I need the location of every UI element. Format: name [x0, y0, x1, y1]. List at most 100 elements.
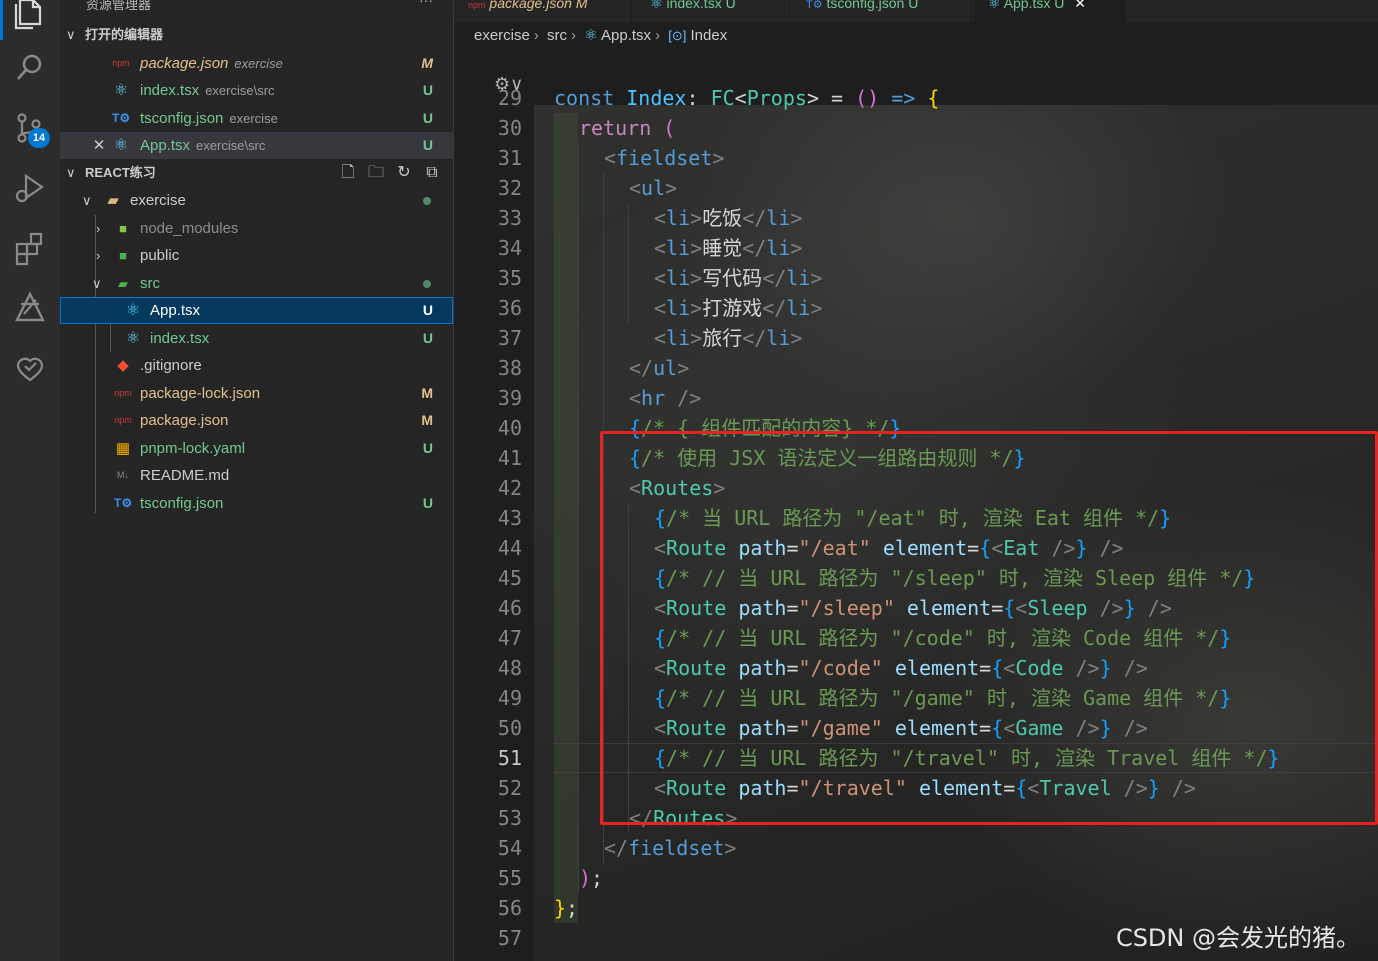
line-number: 49 — [497, 686, 522, 710]
symbol-variable-icon: [⊙] — [668, 28, 687, 43]
tree-file-package-json[interactable]: npm package.json M — [60, 407, 453, 434]
public-folder-icon: ■ — [119, 248, 127, 263]
code-line: <li>睡觉</li> — [654, 236, 803, 260]
tree-folder-node-modules[interactable]: › ■ node_modules — [60, 215, 453, 242]
open-editor-item-active[interactable]: ✕ ⚛ App.tsx exercise\src U — [60, 132, 453, 159]
testing-icon[interactable] — [12, 350, 48, 386]
chevron-down-icon: ∨ — [66, 27, 76, 42]
more-actions-icon[interactable]: ··· — [419, 0, 433, 8]
tree-file-tsconfig[interactable]: T⚙ tsconfig.json U — [60, 490, 453, 517]
open-editor-item[interactable]: npm package.json exercise M — [60, 50, 453, 77]
new-folder-icon[interactable]: 🗀 — [362, 160, 390, 186]
breadcrumb-item[interactable]: exercise — [474, 27, 530, 44]
close-icon[interactable]: ✕ — [90, 132, 108, 159]
line-number: 33 — [497, 206, 522, 230]
tree-folder-exercise[interactable]: ∨ ▰ exercise — [60, 187, 453, 214]
breadcrumb-item[interactable]: src — [547, 27, 567, 44]
open-editor-item[interactable]: T⚙ tsconfig.json exercise U — [60, 105, 453, 132]
react-icon: ⚛ — [125, 302, 141, 319]
code-line: ); — [579, 866, 604, 890]
tree-file-app-tsx[interactable]: ⚛ App.tsx U — [60, 297, 453, 324]
activity-bar: 14 — [0, 0, 60, 961]
npm-icon: npm — [468, 0, 486, 10]
tree-file-gitignore[interactable]: ◆ .gitignore — [60, 352, 453, 379]
run-debug-icon[interactable] — [12, 170, 48, 206]
line-number: 30 — [497, 116, 522, 140]
line-number: 41 — [497, 446, 522, 470]
react-icon: ⚛ — [113, 137, 129, 154]
line-number: 52 — [497, 776, 522, 800]
chevron-right-icon: › — [655, 27, 661, 44]
line-number: 40 — [497, 416, 522, 440]
tab-package-json[interactable]: npm package.json M — [454, 0, 632, 22]
chevron-right-icon: › — [96, 248, 101, 263]
typescript-config-icon: T⚙ — [806, 0, 823, 11]
line-number: 56 — [497, 896, 522, 920]
typescript-config-icon: T⚙ — [112, 111, 131, 125]
line-number: 50 — [497, 716, 522, 740]
scm-badge: 14 — [28, 128, 50, 148]
remote-explorer-icon[interactable] — [12, 290, 48, 326]
untracked-dot — [423, 280, 431, 288]
breadcrumb-item[interactable]: App.tsx — [601, 27, 651, 44]
code-line: <li>写代码</li> — [654, 266, 823, 290]
react-icon: ⚛ — [584, 27, 598, 44]
tree-file-package-lock[interactable]: npm package-lock.json M — [60, 380, 453, 407]
refresh-icon[interactable]: ↻ — [390, 160, 418, 186]
code-line: }; — [554, 896, 579, 920]
search-icon[interactable] — [12, 50, 48, 86]
code-line: </ul> — [629, 356, 690, 380]
breadcrumb-item[interactable]: Index — [691, 27, 728, 44]
highlight-annotation-box — [600, 431, 1378, 825]
line-number: 31 — [497, 146, 522, 170]
typescript-config-icon: T⚙ — [114, 496, 133, 510]
tree-folder-src[interactable]: ∨ ▰ src — [60, 270, 453, 297]
extensions-icon[interactable] — [12, 230, 48, 266]
chevron-right-icon: › — [96, 221, 101, 236]
line-number: 54 — [497, 836, 522, 860]
pnpm-icon: ▦ — [115, 440, 131, 457]
tree-file-index-tsx[interactable]: ⚛ index.tsx U — [60, 325, 453, 352]
markdown-icon: M↓ — [117, 470, 129, 480]
npm-icon: npm — [114, 388, 132, 398]
collapse-all-icon[interactable]: ⧉ — [418, 160, 446, 186]
line-number: 43 — [497, 506, 522, 530]
chevron-right-icon: › — [533, 27, 539, 44]
explorer-icon[interactable] — [12, 0, 48, 30]
tab-close-icon[interactable]: ✕ — [1074, 0, 1086, 11]
breadcrumb: exercise › src › ⚛ App.tsx › [⊙] Index — [454, 22, 1378, 50]
code-line: <fieldset> — [604, 146, 725, 170]
folder-open-icon: ▰ — [107, 192, 119, 209]
open-editors-header[interactable]: ∨ 打开的编辑器 — [60, 22, 454, 48]
chevron-down-icon: ∨ — [92, 276, 102, 291]
explorer-sidebar: 资源管理器 ··· ∨ 打开的编辑器 npm package.json exerc… — [60, 0, 454, 961]
tab-tsconfig[interactable]: T⚙ tsconfig.json U — [792, 0, 972, 22]
code-line: <li>旅行</li> — [654, 326, 803, 350]
react-icon: ⚛ — [988, 0, 1001, 11]
tree-file-pnpm-lock[interactable]: ▦ pnpm-lock.yaml U — [60, 435, 453, 462]
tab-app-tsx[interactable]: ⚛ App.tsx U ✕ — [974, 0, 1126, 22]
react-icon: ⚛ — [650, 0, 663, 11]
editor-tabs: npm package.json M ⚛ index.tsx U T⚙ tsco… — [454, 0, 1378, 22]
watermark: CSDN @会发光的猪。 — [1115, 924, 1360, 952]
line-number: 46 — [497, 596, 522, 620]
git-icon: ◆ — [117, 357, 129, 374]
chevron-down-icon: ∨ — [66, 165, 76, 180]
tree-file-readme[interactable]: M↓ README.md — [60, 462, 453, 489]
line-number: 48 — [497, 656, 522, 680]
open-editor-item[interactable]: ⚛ index.tsx exercise\src U — [60, 77, 453, 104]
line-number-current: 51 — [497, 746, 522, 770]
line-number: 38 — [497, 356, 522, 380]
line-number: 32 — [497, 176, 522, 200]
project-header[interactable]: ∨ REACT练习 🗋 🗀 ↻ ⧉ — [60, 160, 454, 186]
line-number: 39 — [497, 386, 522, 410]
line-number: 34 — [497, 236, 522, 260]
tab-index-tsx[interactable]: ⚛ index.tsx U — [636, 0, 790, 22]
line-number: 35 — [497, 266, 522, 290]
tree-folder-public[interactable]: › ■ public — [60, 242, 453, 269]
new-file-icon[interactable]: 🗋 — [334, 160, 362, 186]
line-number: 55 — [497, 866, 522, 890]
code-line: const Index: FC<Props> = () => { — [554, 86, 940, 110]
chevron-right-icon: › — [571, 27, 577, 44]
modified-dot — [423, 197, 431, 205]
